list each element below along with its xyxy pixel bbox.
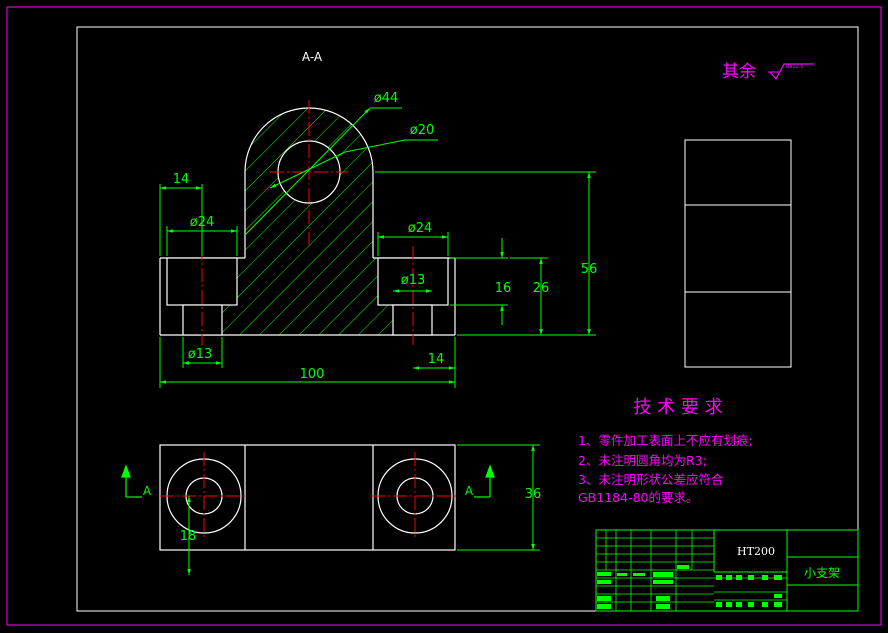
- front-dimensions: [159, 107, 596, 388]
- dim-left-hole: ø13: [188, 347, 213, 362]
- section-label: A-A: [302, 50, 323, 64]
- side-table: [684, 139, 792, 368]
- section-marker-right: [474, 464, 495, 498]
- dim-total-height: 56: [581, 262, 598, 277]
- dim-bore-depth: 16: [495, 281, 512, 296]
- section-marker-left: [121, 464, 142, 498]
- title-block-material: HT200: [737, 545, 775, 558]
- tech-req-item-3: 3、未注明形状公差应符合: [578, 472, 724, 487]
- dim-d20: ø20: [410, 123, 435, 138]
- section-marker-left-label: A: [143, 484, 152, 498]
- surface-note-value: Ra12.5: [786, 64, 804, 70]
- dim-right-bore: ø24: [408, 221, 433, 236]
- plan-dimensions: [187, 444, 540, 575]
- drawing-canvas: A-A 其余 Ra12.5 ø44 ø20 14 ø24 ø24 ø13 ø13…: [6, 6, 882, 626]
- dim-plan-width: 36: [525, 487, 542, 502]
- dim-plan-hole-offset: 18: [180, 529, 197, 544]
- tech-req-item-1: 1、零件加工表面上不应有划痕;: [578, 433, 753, 448]
- title-block-part-name: 小支架: [804, 566, 840, 580]
- plan-view: [159, 444, 459, 551]
- tech-req-title: 技 术 要 求: [633, 397, 722, 418]
- surface-note-text: 其余: [722, 62, 756, 82]
- dim-total-length: 100: [300, 367, 325, 382]
- dim-left-offset: 14: [173, 172, 190, 187]
- tech-req-item-4: GB1184-80的要求。: [578, 490, 699, 505]
- dim-right-offset: 14: [428, 352, 445, 367]
- tech-req-item-2: 2、未注明圆角均为R3;: [578, 453, 707, 468]
- dim-base-height: 26: [533, 281, 550, 296]
- sheet-border: [6, 6, 882, 626]
- section-marker-right-label: A: [465, 484, 474, 498]
- dim-d44: ø44: [374, 91, 399, 106]
- dim-left-bore: ø24: [190, 215, 215, 230]
- dim-right-hole: ø13: [401, 273, 426, 288]
